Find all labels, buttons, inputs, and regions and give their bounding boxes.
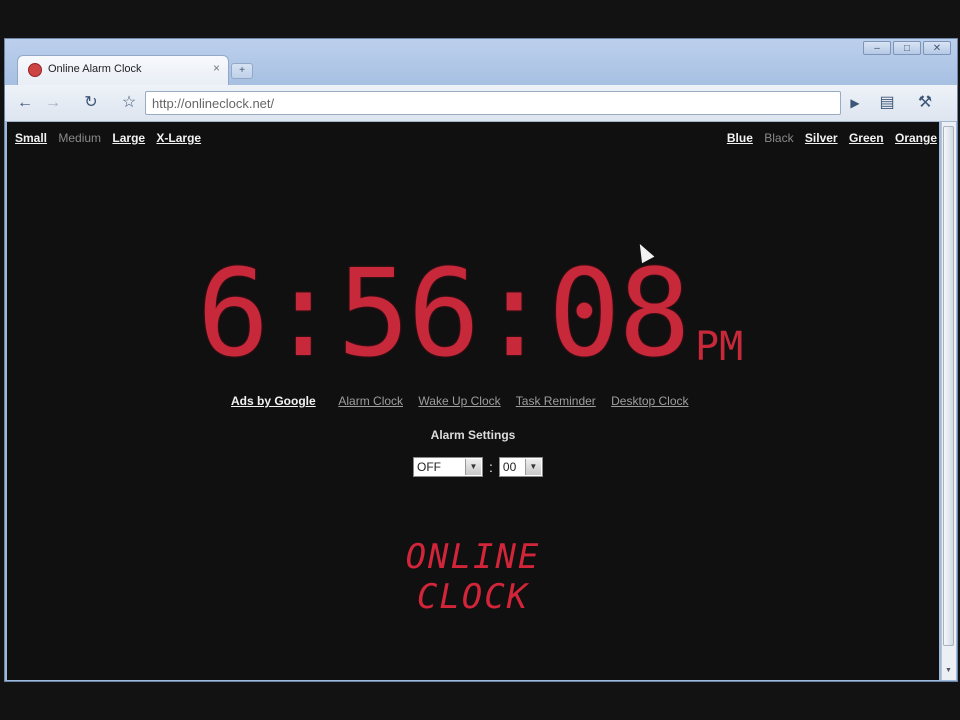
- color-blue-link[interactable]: Blue: [727, 131, 753, 145]
- forward-arrow-icon[interactable]: →: [43, 94, 63, 112]
- task-reminder-link[interactable]: Task Reminder: [516, 394, 596, 408]
- new-tab-button[interactable]: +: [231, 63, 253, 79]
- footer-links: Ads by Google Alarm Clock Wake Up Clock …: [231, 394, 701, 408]
- browser-tab[interactable]: Online Alarm Clock ×: [17, 55, 229, 85]
- scroll-thumb[interactable]: [943, 126, 954, 646]
- size-small-link[interactable]: Small: [15, 131, 47, 145]
- logo-line-1: ONLINE: [405, 537, 541, 577]
- size-options: Small Medium Large X-Large: [15, 131, 209, 145]
- alarm-minute-select[interactable]: 00 ▼: [498, 457, 543, 477]
- maximize-button[interactable]: □: [893, 41, 921, 55]
- alarm-hour-value: OFF: [417, 460, 441, 474]
- clock-ampm: PM: [695, 324, 744, 370]
- color-options: Blue Black Silver Green Orange: [727, 131, 937, 145]
- digital-clock: 6:56:08 PM: [197, 255, 757, 381]
- color-orange-link[interactable]: Orange: [895, 131, 937, 145]
- scroll-down-arrow-icon[interactable]: ▼: [943, 667, 954, 678]
- browser-toolbar: ← → ↻ ☆ http://onlineclock.net/ ▶ ▤ ⚒: [5, 85, 957, 122]
- favicon-icon: [28, 63, 42, 77]
- page-content: Small Medium Large X-Large Blue Black Si…: [7, 122, 939, 680]
- alarm-controls: OFF ▼ : 00 ▼: [413, 457, 543, 477]
- wake-up-clock-link[interactable]: Wake Up Clock: [418, 394, 500, 408]
- reload-icon[interactable]: ↻: [81, 94, 101, 112]
- wrench-menu-icon[interactable]: ⚒: [915, 94, 935, 112]
- clock-time: 6:56:08: [197, 245, 691, 384]
- alarm-settings-title: Alarm Settings: [430, 428, 516, 442]
- ads-by-google-link[interactable]: Ads by Google: [231, 394, 316, 408]
- address-bar[interactable]: http://onlineclock.net/: [145, 91, 841, 115]
- tab-title: Online Alarm Clock: [48, 63, 142, 75]
- chevron-down-icon: ▼: [524, 459, 541, 475]
- size-large-link[interactable]: Large: [112, 131, 145, 145]
- online-clock-logo: ONLINE CLOCK: [7, 537, 939, 617]
- alarm-hour-select[interactable]: OFF ▼: [413, 457, 483, 477]
- star-bookmark-icon[interactable]: ☆: [119, 94, 139, 112]
- url-text: http://onlineclock.net/: [152, 96, 275, 111]
- color-green-link[interactable]: Green: [849, 131, 884, 145]
- size-xlarge-link[interactable]: X-Large: [156, 131, 201, 145]
- page-menu-icon[interactable]: ▤: [877, 94, 897, 112]
- alarm-minute-value: 00: [502, 460, 517, 474]
- desktop-clock-link[interactable]: Desktop Clock: [611, 394, 688, 408]
- close-window-button[interactable]: ✕: [923, 41, 951, 55]
- logo-line-2: CLOCK: [416, 577, 530, 617]
- time-separator: :: [489, 459, 493, 475]
- vertical-scrollbar[interactable]: ▼: [941, 122, 956, 680]
- alarm-clock-link[interactable]: Alarm Clock: [338, 394, 403, 408]
- window-controls: – □ ✕: [863, 41, 951, 55]
- browser-window: – □ ✕ Online Alarm Clock × + ← → ↻ ☆ htt…: [4, 38, 958, 682]
- color-black-link[interactable]: Black: [764, 131, 793, 145]
- chevron-down-icon: ▼: [465, 459, 481, 475]
- size-medium-link[interactable]: Medium: [58, 131, 101, 145]
- minimize-button[interactable]: –: [863, 41, 891, 55]
- color-silver-link[interactable]: Silver: [805, 131, 838, 145]
- title-bar: – □ ✕ Online Alarm Clock × +: [5, 39, 957, 85]
- back-arrow-icon[interactable]: ←: [15, 94, 35, 112]
- go-arrow-icon[interactable]: ▶: [845, 94, 865, 112]
- tab-close-icon[interactable]: ×: [213, 61, 220, 75]
